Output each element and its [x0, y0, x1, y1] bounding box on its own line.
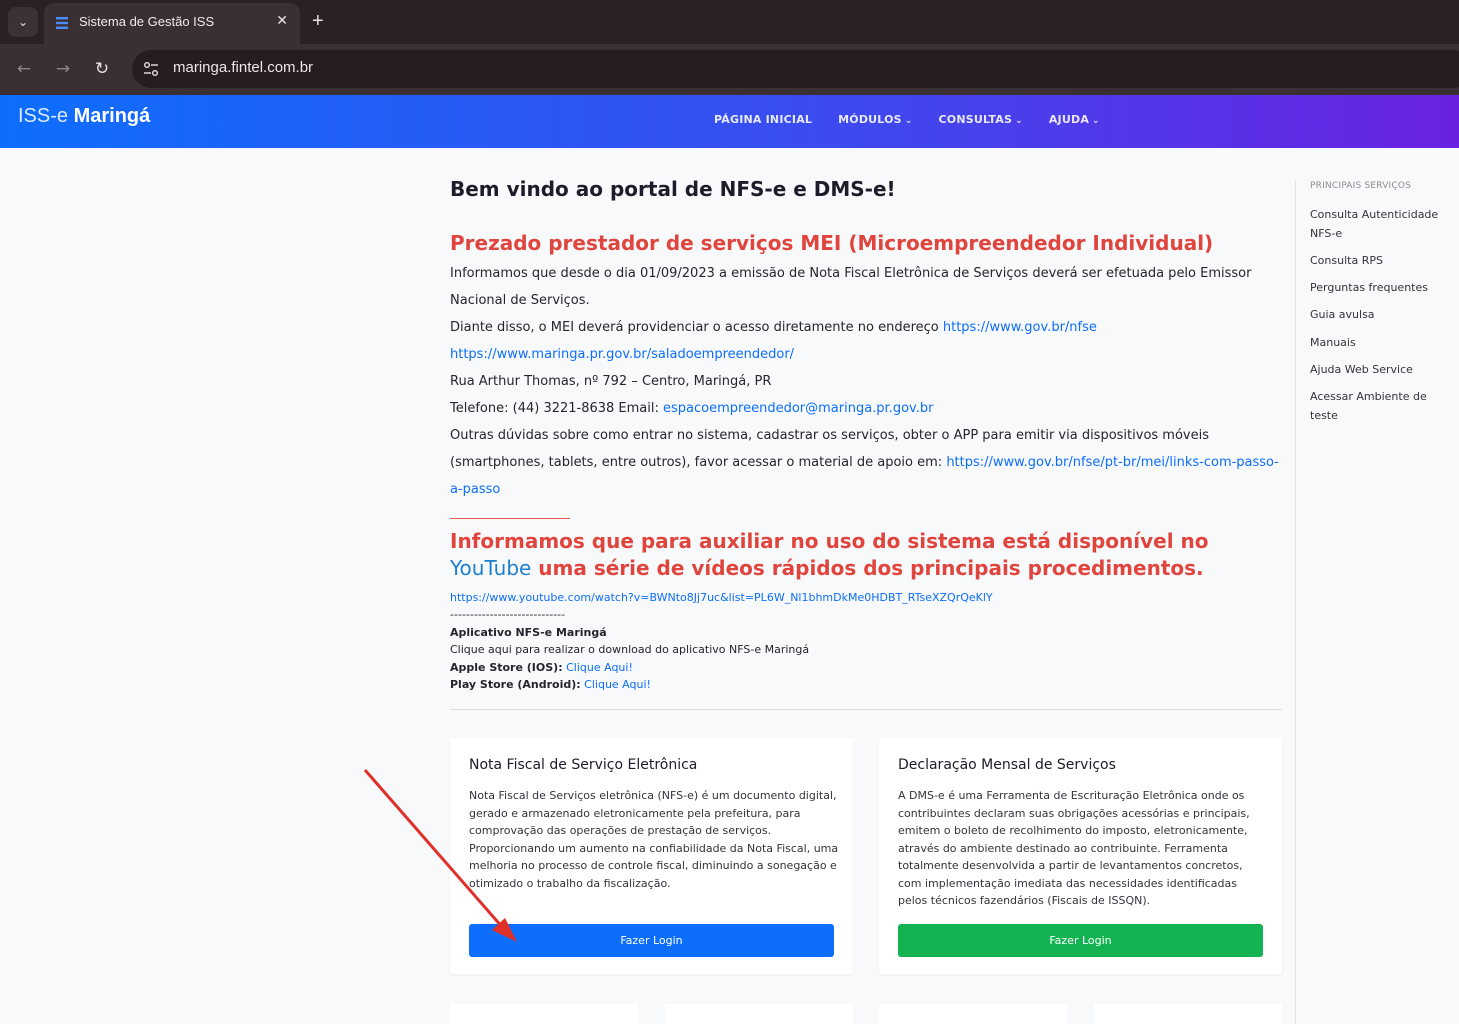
- menu-item-pagina-inicial[interactable]: PÁGINA INICIAL: [714, 113, 812, 126]
- support-paragraph: Outras dúvidas sobre como entrar no sist…: [450, 428, 1279, 497]
- tab-search-button[interactable]: ⌄: [8, 7, 38, 37]
- page-title: Bem vindo ao portal de NFS-e e DMS-e!: [450, 177, 896, 201]
- mei-access-paragraph: Diante disso, o MEI deverá providenciar …: [450, 320, 1097, 335]
- browser-tab-bar: ⌄ Sistema de Gestão ISS ✕ +: [0, 0, 1459, 44]
- sidebar-item-guia-avulsa[interactable]: Guia avulsa: [1310, 305, 1450, 324]
- content-divider: [450, 709, 1282, 710]
- nfse-card: Nota Fiscal de Serviço Eletrônica Nota F…: [450, 738, 853, 974]
- service-card: [1094, 1004, 1282, 1024]
- tab-title: Sistema de Gestão ISS: [79, 14, 215, 29]
- sidebar-item-manuais[interactable]: Manuais: [1310, 333, 1450, 352]
- dashed-separator: -----------------------------: [450, 608, 566, 621]
- menu-item-modulos[interactable]: MÓDULOS ⌄: [838, 113, 912, 126]
- dmse-card-text: A DMS-e é uma Ferramenta de Escrituração…: [898, 789, 1250, 907]
- sidebar-item-consulta-autenticidade[interactable]: Consulta Autenticidade NFS-e: [1310, 205, 1450, 243]
- sidebar-heading: PRINCIPAIS SERVIÇOS: [1310, 181, 1412, 191]
- site-favicon-icon: [56, 17, 68, 29]
- play-store-line: Play Store (Android): Clique Aqui!: [450, 678, 651, 691]
- site-header: ISS-e Maringá PÁGINA INICIAL MÓDULOS ⌄ CO…: [0, 95, 1459, 148]
- youtube-link[interactable]: YouTube: [450, 556, 531, 580]
- back-icon[interactable]: ←: [12, 57, 36, 81]
- browser-tab[interactable]: Sistema de Gestão ISS ✕: [44, 3, 300, 44]
- service-card: [450, 1004, 638, 1024]
- menu-item-ajuda[interactable]: AJUDA ⌄: [1049, 113, 1100, 126]
- service-card: [665, 1004, 853, 1024]
- youtube-notice-title: Informamos que para auxiliar no uso do s…: [450, 529, 1209, 580]
- dmse-card: Declaração Mensal de Serviços A DMS-e é …: [879, 738, 1282, 974]
- site-settings-icon[interactable]: [142, 60, 160, 78]
- dmse-login-button[interactable]: Fazer Login: [898, 924, 1263, 957]
- contact-line: Telefone: (44) 3221-8638 Email: espacoem…: [450, 401, 934, 416]
- main-menu: PÁGINA INICIAL MÓDULOS ⌄ CONSULTAS ⌄ AJUDA…: [714, 113, 1126, 126]
- chevron-down-icon: ⌄: [1092, 116, 1100, 126]
- service-card: [879, 1004, 1067, 1024]
- nfse-card-title: Nota Fiscal de Serviço Eletrônica: [469, 757, 698, 773]
- chevron-down-icon: ⌄: [1015, 116, 1023, 126]
- play-store-link[interactable]: Clique Aqui!: [584, 678, 651, 691]
- sidebar-item-ajuda-web-service[interactable]: Ajuda Web Service: [1310, 360, 1450, 379]
- sidebar-item-consulta-rps[interactable]: Consulta RPS: [1310, 251, 1450, 270]
- new-tab-button[interactable]: +: [312, 9, 324, 33]
- apple-store-link[interactable]: Clique Aqui!: [566, 661, 633, 674]
- tab-close-icon[interactable]: ✕: [276, 13, 288, 29]
- sidebar-item-perguntas[interactable]: Perguntas frequentes: [1310, 278, 1450, 297]
- site-logo[interactable]: ISS-e Maringá: [18, 105, 150, 128]
- dmse-card-title: Declaração Mensal de Serviços: [898, 757, 1116, 773]
- mei-notice-paragraph: Informamos que desde o dia 01/09/2023 a …: [450, 266, 1252, 308]
- chevron-down-icon: ⌄: [904, 116, 913, 126]
- url-text: maringa.fintel.com.br: [173, 59, 314, 76]
- apple-store-line: Apple Store (IOS): Clique Aqui!: [450, 661, 633, 674]
- browser-toolbar: ← → ↻ maringa.fintel.com.br: [0, 44, 1459, 95]
- nfse-card-text: Nota Fiscal de Serviços eletrônica (NFS-…: [469, 789, 839, 890]
- sidebar-item-ambiente-teste[interactable]: Acessar Ambiente de teste: [1310, 387, 1450, 425]
- app-title: Aplicativo NFS-e Maringá: [450, 626, 607, 639]
- separator-line: ____________________: [450, 505, 570, 519]
- forward-icon[interactable]: →: [51, 57, 75, 81]
- email-link[interactable]: espacoempreendedor@maringa.pr.gov.br: [663, 401, 933, 416]
- youtube-playlist-link[interactable]: https://www.youtube.com/watch?v=BWNto8Jj…: [450, 591, 993, 604]
- address-text: Rua Arthur Thomas, nº 792 – Centro, Mari…: [450, 374, 772, 389]
- menu-item-consultas[interactable]: CONSULTAS ⌄: [939, 113, 1023, 126]
- gov-nfse-link[interactable]: https://www.gov.br/nfse: [943, 320, 1097, 335]
- reload-icon[interactable]: ↻: [90, 57, 114, 81]
- app-description: Clique aqui para realizar o download do …: [450, 643, 810, 656]
- sala-empreendedor-link[interactable]: https://www.maringa.pr.gov.br/saladoempr…: [450, 341, 1282, 368]
- address-bar[interactable]: maringa.fintel.com.br: [132, 50, 1459, 88]
- nfse-login-button[interactable]: Fazer Login: [469, 924, 834, 957]
- mei-notice-title: Prezado prestador de serviços MEI (Micro…: [450, 231, 1214, 255]
- services-sidebar: PRINCIPAIS SERVIÇOS Consulta Autenticida…: [1295, 180, 1459, 1024]
